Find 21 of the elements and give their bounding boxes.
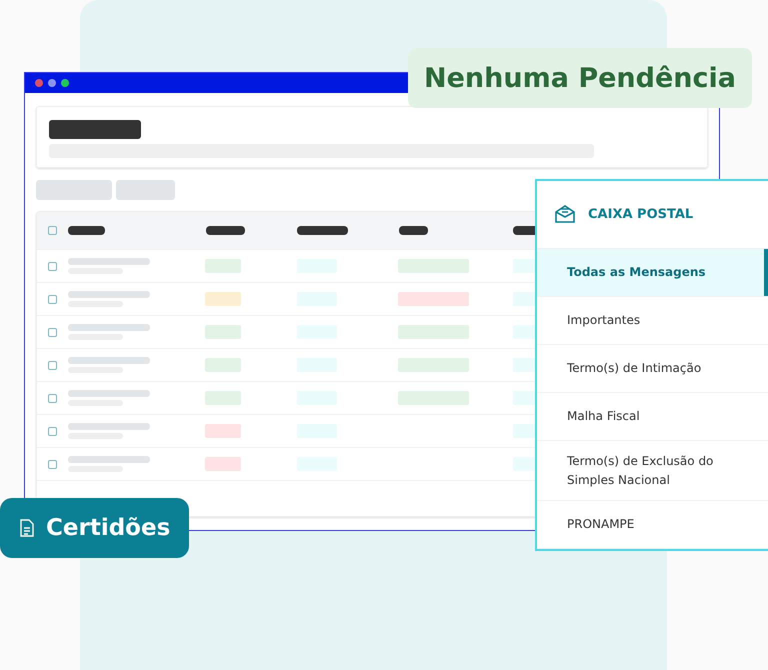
minimize-dot[interactable] — [48, 79, 56, 87]
column-header-placeholder — [297, 226, 348, 235]
checkbox[interactable] — [48, 360, 57, 370]
status-badge: Nenhuma Pendência — [408, 48, 752, 108]
envelope-icon — [554, 204, 576, 224]
checkbox[interactable] — [48, 426, 57, 436]
checkbox[interactable] — [48, 262, 57, 270]
certificates-button[interactable]: Certidões — [0, 498, 189, 558]
document-icon — [20, 519, 34, 537]
close-dot[interactable] — [35, 79, 43, 87]
column-header-placeholder — [399, 226, 428, 235]
checkbox[interactable] — [48, 460, 57, 468]
mailbox-item[interactable]: Todas as Mensagens — [537, 248, 768, 297]
maximize-dot[interactable] — [61, 79, 69, 87]
checkbox[interactable] — [48, 394, 57, 402]
column-header-placeholder — [68, 226, 105, 235]
column-header-placeholder — [206, 226, 245, 235]
checkbox[interactable] — [48, 294, 57, 304]
checkbox[interactable] — [48, 226, 57, 235]
checkbox[interactable] — [48, 328, 57, 336]
panel-title: CAIXA POSTAL — [588, 206, 694, 222]
